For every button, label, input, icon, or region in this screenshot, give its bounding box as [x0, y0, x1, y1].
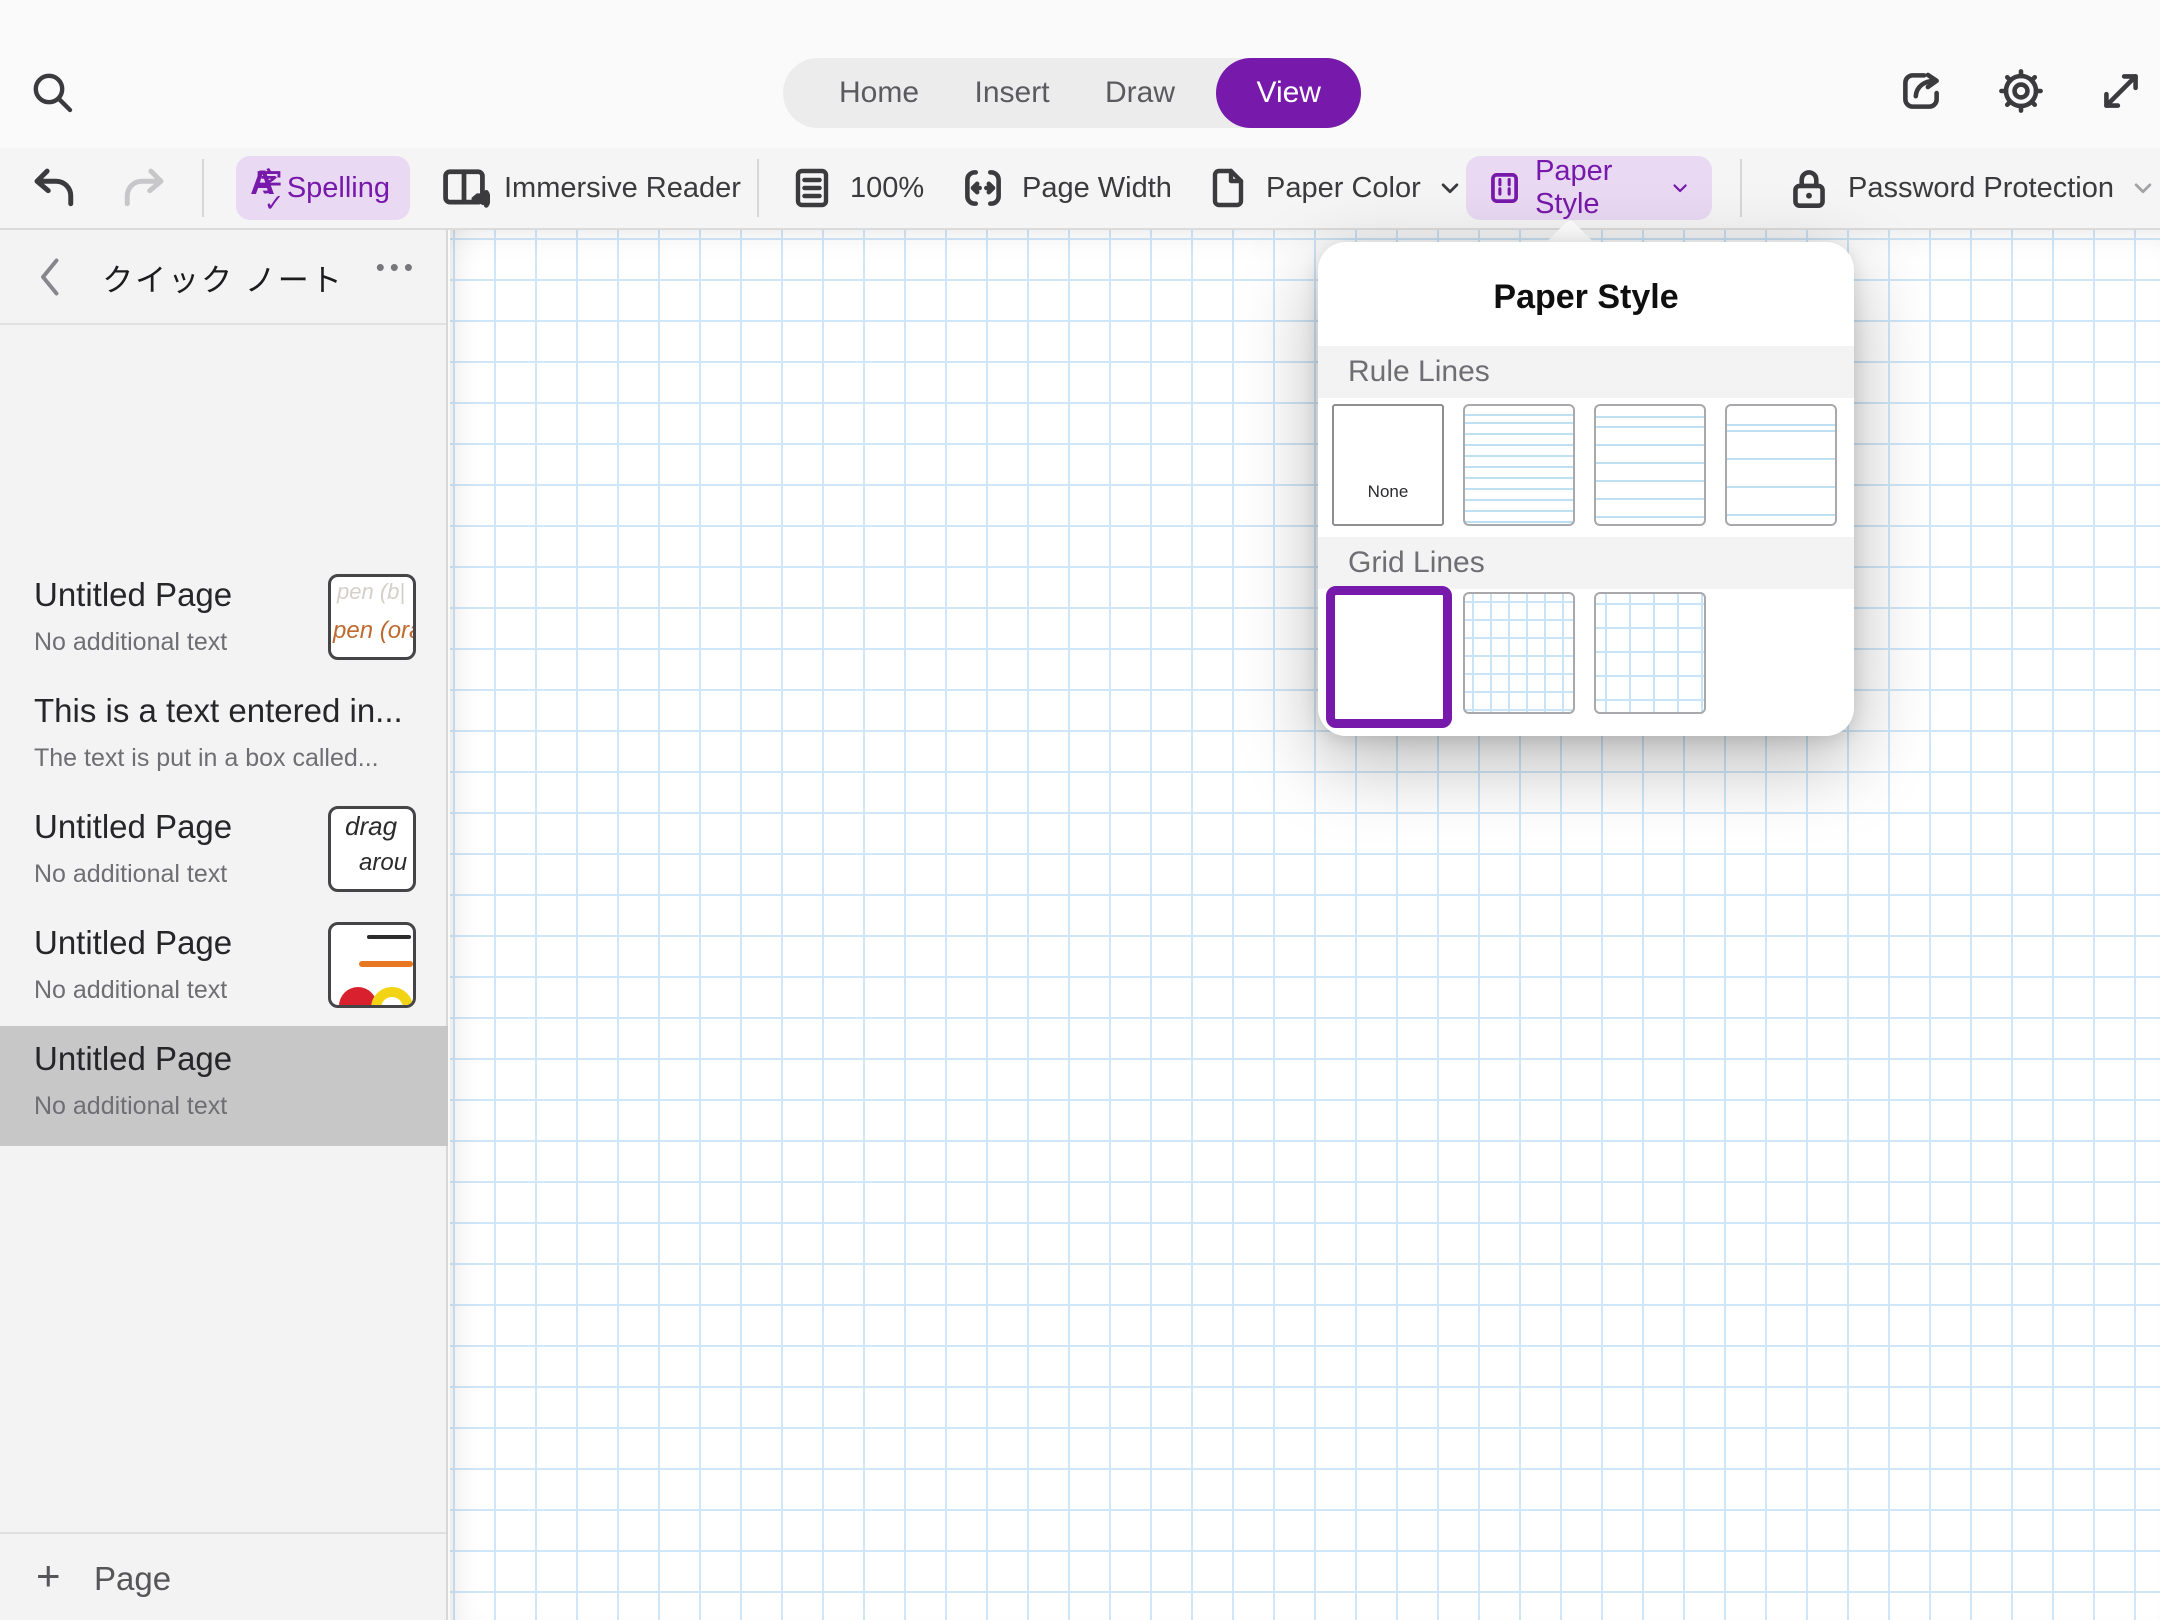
- page-list-item[interactable]: Untitled Page No additional text drag ar…: [0, 794, 448, 910]
- orange-stroke: [359, 961, 413, 967]
- settings-gear-icon[interactable]: [1996, 66, 2046, 116]
- tab-draw[interactable]: Draw: [1091, 58, 1189, 128]
- top-right-actions: [1896, 66, 2146, 116]
- undo-button[interactable]: [28, 148, 82, 228]
- share-icon[interactable]: [1896, 66, 1946, 116]
- expand-icon[interactable]: [2096, 66, 2146, 116]
- rule-lines-section-header: Rule Lines: [1318, 346, 1854, 398]
- paper-style-popup: Paper Style Rule Lines None Grid Lines: [1318, 242, 1854, 736]
- paper-color-label: Paper Color: [1266, 171, 1421, 204]
- ribbon-tab-bar: Home Insert Draw View: [783, 58, 1361, 128]
- add-page-label: Page: [94, 1560, 172, 1597]
- grid-lines-section-header: Grid Lines: [1318, 537, 1854, 589]
- tab-insert[interactable]: Insert: [961, 58, 1064, 128]
- chevron-down-icon: [1441, 183, 1458, 194]
- note-canvas-grid-paper[interactable]: [450, 230, 2160, 1620]
- page-subtitle: No additional text: [34, 860, 228, 888]
- spelling-icon: 字 A ✓: [250, 164, 285, 217]
- onenote-app: Home Insert Draw View 字 A ✓ Spelling Imm…: [0, 0, 2160, 1620]
- page-list-item[interactable]: Untitled Page No additional text: [0, 910, 448, 1026]
- page-list-sidebar: クイック ノート ••• Untitled Page No additional…: [0, 230, 448, 1620]
- grid-option-small-selected[interactable]: [1326, 586, 1452, 728]
- password-protection-label: Password Protection: [1848, 171, 2114, 204]
- rule-option-narrow[interactable]: [1463, 404, 1575, 526]
- page-title: Untitled Page: [34, 576, 233, 613]
- chevron-down-icon: [1673, 184, 1687, 193]
- search-icon[interactable]: [28, 68, 76, 116]
- top-bar: Home Insert Draw View: [0, 0, 2160, 148]
- page-title: Untitled Page: [34, 924, 233, 961]
- rule-option-wide[interactable]: [1725, 404, 1837, 526]
- sidebar-header: クイック ノート •••: [0, 230, 446, 325]
- page-thumbnail: pen (b| pen (ora: [328, 574, 416, 660]
- rule-option-college[interactable]: [1594, 404, 1706, 526]
- zoom-level-label: 100%: [850, 171, 925, 204]
- document-zoom-icon: [795, 168, 829, 208]
- page-thumbnail: drag arou: [328, 806, 416, 892]
- ribbon-divider: [1740, 159, 1742, 217]
- add-page-button[interactable]: + Page: [0, 1532, 446, 1620]
- page-title: Untitled Page: [34, 808, 233, 845]
- page-list-item[interactable]: This is a text entered in... The text is…: [0, 678, 448, 794]
- page-width-button[interactable]: Page Width: [958, 148, 1172, 228]
- black-stroke: [367, 935, 411, 939]
- page-list-item-selected[interactable]: Untitled Page No additional text: [0, 1026, 448, 1146]
- lock-icon: [1793, 170, 1825, 208]
- page-subtitle: No additional text: [34, 976, 228, 1004]
- rule-option-none[interactable]: None: [1332, 404, 1444, 526]
- page-list-item[interactable]: Untitled Page No additional text pen (b|…: [0, 562, 448, 678]
- ribbon-divider: [757, 159, 759, 217]
- yellow-stroke: [371, 987, 413, 1005]
- plus-icon: +: [36, 1552, 61, 1599]
- spelling-label: Spelling: [286, 171, 390, 204]
- page-width-label: Page Width: [1022, 171, 1172, 204]
- page-subtitle: No additional text: [34, 1092, 228, 1120]
- paper-style-button[interactable]: Paper Style: [1466, 155, 1712, 220]
- redo-button[interactable]: [116, 148, 170, 228]
- paper-color-button[interactable]: Paper Color: [1204, 148, 1465, 228]
- paper-color-icon: [1212, 168, 1244, 208]
- more-options-icon[interactable]: •••: [376, 252, 418, 283]
- immersive-reader-icon: [443, 169, 490, 208]
- page-title: Untitled Page: [34, 1040, 233, 1077]
- page-thumbnail: [328, 922, 416, 1008]
- page-subtitle: No additional text: [34, 628, 228, 656]
- password-protection-button[interactable]: Password Protection: [1784, 148, 2158, 228]
- ribbon-divider: [202, 159, 204, 217]
- immersive-reader-label: Immersive Reader: [504, 171, 741, 204]
- chevron-down-icon: [2134, 183, 2152, 194]
- page-title: This is a text entered in...: [34, 692, 403, 729]
- grid-option-medium[interactable]: [1463, 592, 1575, 714]
- popup-title: Paper Style: [1493, 278, 1679, 316]
- paper-style-icon: [1491, 173, 1518, 203]
- grid-option-large[interactable]: [1594, 592, 1706, 714]
- tab-view[interactable]: View: [1216, 58, 1361, 128]
- immersive-reader-button[interactable]: Immersive Reader: [438, 148, 741, 228]
- view-ribbon: 字 A ✓ Spelling Immersive Reader 100% Pag…: [0, 148, 2160, 230]
- zoom-level-button[interactable]: 100%: [788, 148, 924, 228]
- page-width-icon: [965, 170, 1001, 206]
- page-subtitle: The text is put in a box called...: [34, 744, 379, 772]
- spelling-button[interactable]: 字 A ✓ Spelling: [236, 156, 410, 220]
- tab-home[interactable]: Home: [825, 58, 933, 128]
- paper-style-label: Paper Style: [1535, 155, 1613, 220]
